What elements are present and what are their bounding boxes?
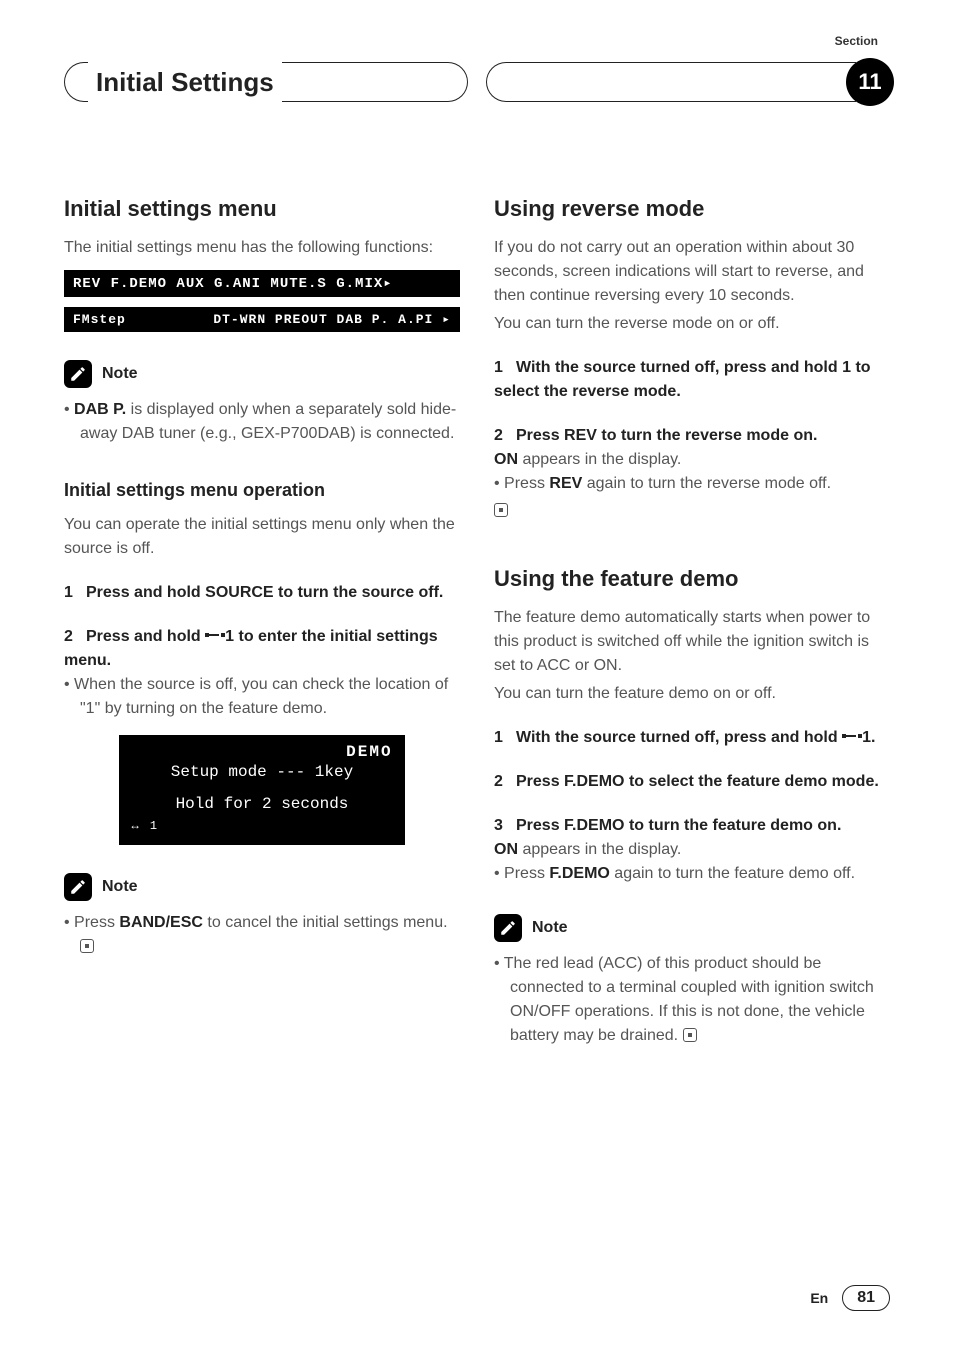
note-1: Note: [64, 360, 460, 388]
heading-feature-demo: Using the feature demo: [494, 566, 890, 592]
key-glyph-icon: [842, 731, 862, 741]
title-pill: Initial Settings: [64, 62, 468, 102]
note-label: Note: [102, 365, 138, 383]
lcd-display-2: FMstep DT-WRN PREOUT DAB P. A.PI ▸: [64, 307, 460, 332]
demo-intro-2: You can turn the feature demo on or off.: [494, 682, 890, 706]
page-title: Initial Settings: [88, 62, 282, 102]
reverse-bullet: Press REV again to turn the reverse mode…: [494, 472, 890, 496]
heading-operation: Initial settings menu operation: [64, 480, 460, 501]
note-2-bullet: Press BAND/ESC to cancel the initial set…: [64, 911, 460, 959]
page-footer: En 81: [810, 1285, 890, 1311]
section-pill: 11: [486, 58, 890, 106]
note-label: Note: [532, 919, 568, 937]
left-step-2: 2Press and hold 1 to enter the initial s…: [64, 625, 460, 673]
pencil-icon: [494, 914, 522, 942]
intro-text: The initial settings menu has the follow…: [64, 236, 460, 260]
pencil-icon: [64, 873, 92, 901]
end-icon: [683, 1028, 697, 1042]
note-label: Note: [102, 878, 138, 896]
demo-hold-text: Hold for 2 seconds: [131, 795, 392, 813]
reverse-on-text: ON appears in the display.: [494, 448, 890, 472]
reverse-intro-1: If you do not carry out an operation wit…: [494, 236, 890, 308]
key-glyph-icon: [205, 630, 225, 640]
demo-lcd-box: DEMO Setup mode --- 1key Hold for 2 seco…: [119, 735, 404, 845]
section-number-badge: 11: [846, 58, 894, 106]
demo-step-3: 3Press F.DEMO to turn the feature demo o…: [494, 814, 890, 838]
page-number: 81: [842, 1285, 890, 1311]
note-1-bullet: DAB P. is displayed only when a separate…: [64, 398, 460, 446]
pencil-icon: [64, 360, 92, 388]
demo-intro-1: The feature demo automatically starts wh…: [494, 606, 890, 678]
lcd-row2-left: FMstep: [73, 312, 126, 327]
left-column: Initial settings menu The initial settin…: [64, 196, 460, 1048]
demo-bottom-left: ↔ 1: [131, 819, 392, 833]
demo-bullet: Press F.DEMO again to turn the feature d…: [494, 862, 890, 886]
lcd-row-1: REV F.DEMO AUX G.ANI MUTE.S G.MIX▸: [73, 275, 451, 292]
reverse-step-1: 1With the source turned off, press and h…: [494, 356, 890, 404]
demo-step-1: 1With the source turned off, press and h…: [494, 726, 890, 750]
footer-language: En: [810, 1290, 828, 1306]
heading-initial-settings-menu: Initial settings menu: [64, 196, 460, 222]
demo-on-text: ON appears in the display.: [494, 838, 890, 862]
note-3: Note: [494, 914, 890, 942]
note-2: Note: [64, 873, 460, 901]
end-icon: [494, 503, 508, 517]
left-step-1: 1Press and hold SOURCE to turn the sourc…: [64, 581, 460, 605]
demo-mid-text: Setup mode --- 1key: [131, 763, 392, 781]
demo-step-2: 2Press F.DEMO to select the feature demo…: [494, 770, 890, 794]
right-column: Using reverse mode If you do not carry o…: [494, 196, 890, 1048]
note-3-bullet: The red lead (ACC) of this product shoul…: [494, 952, 890, 1048]
section-label: Section: [835, 34, 878, 48]
demo-top-label: DEMO: [131, 743, 392, 761]
operation-intro: You can operate the initial settings men…: [64, 513, 460, 561]
heading-reverse-mode: Using reverse mode: [494, 196, 890, 222]
end-icon: [80, 939, 94, 953]
lcd-row2-right: DT-WRN PREOUT DAB P. A.PI ▸: [213, 312, 451, 327]
page-header: Initial Settings 11: [64, 58, 890, 106]
reverse-intro-2: You can turn the reverse mode on or off.: [494, 312, 890, 336]
left-step-2-follow: When the source is off, you can check th…: [64, 673, 460, 721]
lcd-display-1: REV F.DEMO AUX G.ANI MUTE.S G.MIX▸: [64, 270, 460, 297]
reverse-step-2: 2Press REV to turn the reverse mode on.: [494, 424, 890, 448]
